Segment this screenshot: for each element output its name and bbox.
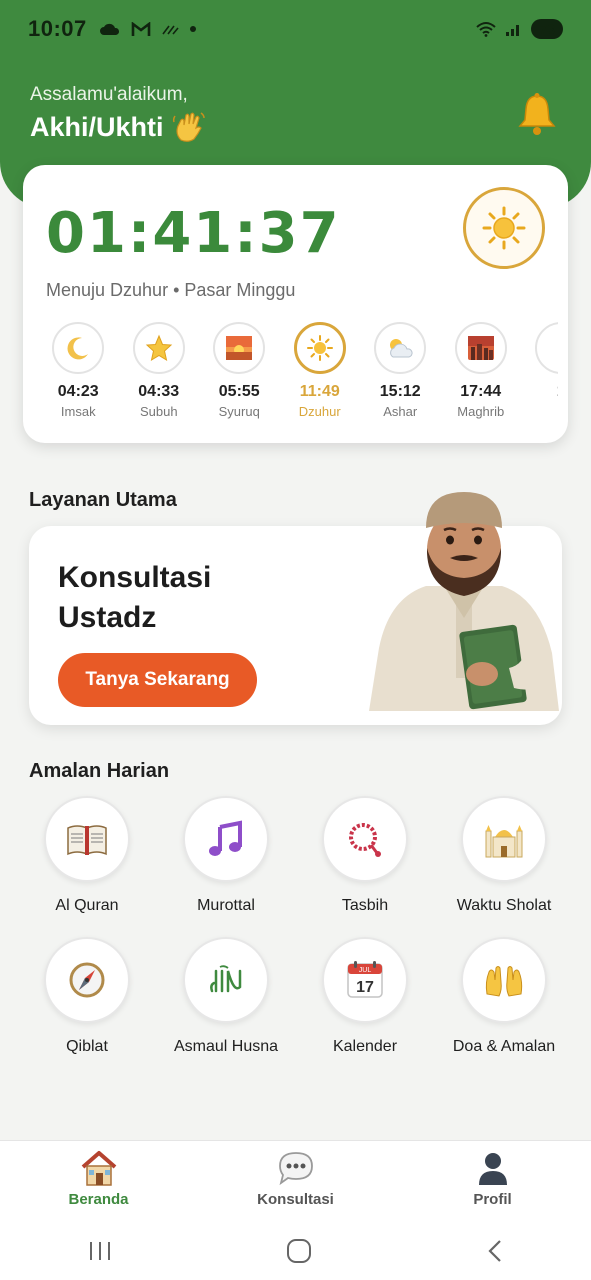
countdown-timer: 01:41:37 — [46, 201, 341, 266]
nav-item-konsultasi[interactable]: Konsultasi — [197, 1141, 394, 1222]
prayer-name: Subuh — [139, 404, 178, 419]
notification-bell-icon[interactable] — [517, 92, 557, 136]
sun-cloud-icon — [374, 322, 427, 374]
system-navigation-bar — [0, 1222, 591, 1280]
quran-book-icon — [44, 796, 130, 882]
amalan-item-kalender[interactable]: JUL 17 Kalender — [305, 937, 425, 1056]
home-button-icon[interactable] — [286, 1238, 312, 1264]
prayer-time-card[interactable]: 01:41:37 Menuju Dzuhur • Pasar Minggu 04… — [23, 165, 568, 443]
prayer-name: Ashar — [383, 404, 418, 419]
amalan-label: Qiblat — [66, 1038, 108, 1055]
prayer-subtitle: Menuju Dzuhur • Pasar Minggu — [46, 280, 296, 300]
amalan-label: Waktu Sholat — [456, 897, 552, 914]
compass-icon — [44, 937, 130, 1023]
wifi-icon — [476, 22, 497, 37]
username-text: Akhi/Ukhti — [30, 111, 164, 142]
prayer-times-row[interactable]: 04:23 Imsak 04:33 Subuh 05:55 Syuruq 11:… — [38, 322, 558, 432]
home-icon — [81, 1151, 116, 1186]
sun-icon — [482, 206, 526, 250]
prayer-item-syuruq[interactable]: 05:55 Syuruq — [199, 322, 280, 432]
cell-signal-icon — [506, 25, 520, 36]
consult-card-title: Konsultasi Ustadz — [58, 561, 212, 634]
nav-label: Profil — [473, 1191, 512, 1208]
partial-icon — [535, 322, 558, 374]
cloud-icon — [99, 23, 119, 35]
gmail-icon — [131, 21, 151, 36]
current-prayer-sun-badge — [463, 187, 545, 269]
prayer-time: 11:49 — [299, 383, 340, 400]
prayer-item-isya-partial[interactable]: 1 — [521, 322, 558, 432]
amalan-item-murottal[interactable]: Murottal — [166, 796, 286, 915]
tanya-sekarang-button[interactable]: Tanya Sekarang — [58, 653, 257, 707]
status-time: 10:07 — [28, 16, 87, 41]
profile-icon — [478, 1153, 507, 1185]
notification-icons — [99, 21, 197, 37]
amalan-label: Murottal — [197, 897, 255, 914]
allah-calligraphy-icon — [183, 937, 269, 1023]
prayer-item-imsak[interactable]: 04:23 Imsak — [38, 322, 119, 432]
music-note-icon — [183, 796, 269, 882]
ustadz-illustration — [369, 492, 559, 711]
prayer-name: Maghrib — [457, 404, 505, 419]
praying-hands-icon — [461, 937, 547, 1023]
prayer-name: Dzuhur — [298, 404, 341, 419]
chat-bubble-icon — [278, 1152, 313, 1186]
prayer-item-maghrib[interactable]: 17:44 Maghrib — [441, 322, 522, 432]
section-title-amalan: Amalan Harian — [29, 760, 170, 782]
prayer-time: 17:44 — [460, 383, 502, 400]
nav-item-beranda[interactable]: Beranda — [0, 1141, 197, 1222]
prayer-item-dzuhur[interactable]: 11:49 Dzuhur — [280, 322, 361, 432]
amalan-item-asmaul-husna[interactable]: Asmaul Husna — [166, 937, 286, 1056]
prayer-time: 15:12 — [379, 383, 421, 400]
prayer-time: 04:33 — [138, 383, 180, 400]
calendar-month-text: JUL — [359, 967, 372, 974]
amalan-label: Kalender — [332, 1038, 398, 1055]
amalan-label: Tasbih — [341, 897, 389, 914]
sun-icon — [293, 322, 346, 374]
calendar-day-text: 17 — [356, 979, 374, 996]
nav-label: Beranda — [68, 1191, 129, 1208]
section-title-layanan: Layanan Utama — [29, 489, 177, 511]
prayer-item-subuh[interactable]: 04:33 Subuh — [119, 322, 200, 432]
sunrise-icon — [213, 322, 266, 374]
crescent-moon-icon — [52, 322, 105, 374]
prayer-name: Imsak — [60, 404, 96, 419]
amalan-item-al-quran[interactable]: Al Quran — [27, 796, 147, 915]
signal-off-icon — [162, 25, 179, 35]
amalan-item-tasbih[interactable]: Tasbih — [305, 796, 425, 915]
mosque-icon — [461, 796, 547, 882]
sunset-icon — [454, 322, 507, 374]
prayer-item-ashar[interactable]: 15:12 Ashar — [360, 322, 441, 432]
waving-hand-icon — [172, 112, 205, 142]
username-row: Akhi/Ukhti — [30, 110, 206, 144]
greeting-text: Assalamu'alaikum, — [30, 84, 188, 105]
amalan-item-doa-amalan[interactable]: Doa & Amalan — [444, 937, 564, 1056]
battery-indicator: 73 — [531, 19, 563, 39]
bottom-navigation: Beranda Konsultasi Profil — [0, 1140, 591, 1222]
amalan-label: Asmaul Husna — [173, 1038, 279, 1055]
amalan-item-waktu-sholat[interactable]: Waktu Sholat — [444, 796, 564, 915]
amalan-item-qiblat[interactable]: Qiblat — [27, 937, 147, 1056]
prayer-name: Syuruq — [218, 404, 260, 419]
prayer-time: 04:23 — [57, 383, 99, 400]
amalan-label: Doa & Amalan — [452, 1038, 556, 1055]
calendar-icon: JUL 17 — [322, 937, 408, 1023]
back-icon[interactable] — [485, 1239, 505, 1263]
prayer-beads-icon — [322, 796, 408, 882]
recent-apps-icon[interactable] — [87, 1240, 113, 1262]
nav-label: Konsultasi — [257, 1191, 334, 1208]
dot-icon — [189, 26, 196, 32]
status-bar: 10:07 73 — [0, 0, 591, 58]
nav-item-profil[interactable]: Profil — [394, 1141, 591, 1222]
star-icon — [132, 322, 185, 374]
prayer-time: 1 — [557, 383, 558, 401]
amalan-label: Al Quran — [55, 897, 119, 914]
system-status: 73 — [475, 19, 563, 39]
prayer-time: 05:55 — [218, 383, 260, 400]
